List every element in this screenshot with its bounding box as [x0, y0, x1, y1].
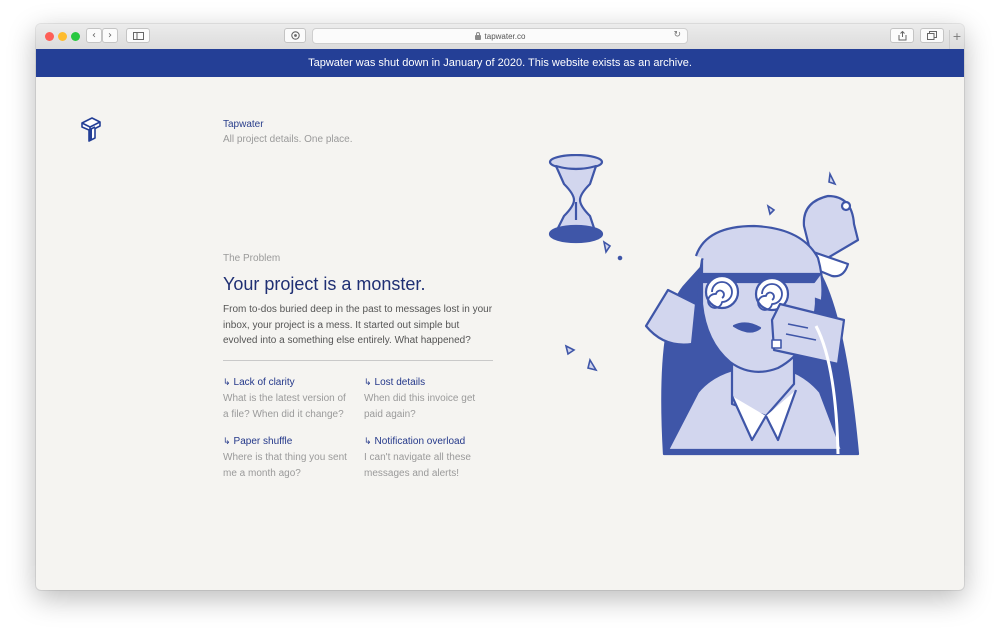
- problem-title: ↳ Notification overload: [364, 436, 466, 447]
- monster-project-illustration: [548, 154, 860, 456]
- privacy-report-button[interactable]: [284, 28, 306, 43]
- minimize-window-button[interactable]: [58, 32, 67, 41]
- sidebar-toggle-button[interactable]: [126, 28, 150, 43]
- tapwater-logo-icon[interactable]: [80, 117, 102, 142]
- problem-item-notification-overload: ↳ Notification overload I can't navigate …: [364, 435, 494, 481]
- arrow-return-icon: ↳: [223, 437, 231, 447]
- zoom-window-button[interactable]: [71, 32, 80, 41]
- brand-name[interactable]: Tapwater: [223, 119, 264, 130]
- close-window-button[interactable]: [45, 32, 54, 41]
- tabs-overview-button[interactable]: [920, 28, 944, 43]
- problem-title: ↳ Lost details: [364, 377, 426, 388]
- hourglass-icon: [548, 154, 604, 244]
- tabs-icon: [927, 31, 937, 40]
- chevron-left-icon: ‹: [92, 30, 96, 41]
- problem-description: I can't navigate all these messages and …: [364, 452, 471, 479]
- problem-item-lost-details: ↳ Lost details When did this invoice get …: [364, 376, 489, 422]
- section-headline: Your project is a monster.: [223, 274, 426, 294]
- problem-description: What is the latest version of a file? Wh…: [223, 393, 346, 420]
- problem-item-lack-of-clarity: ↳ Lack of clarity What is the latest vers…: [223, 376, 353, 422]
- problem-item-paper-shuffle: ↳ Paper shuffle Where is that thing you s…: [223, 435, 353, 481]
- arrow-return-icon: ↳: [364, 378, 372, 388]
- section-body: From to-dos buried deep in the past to m…: [223, 304, 493, 346]
- address-bar-url: tapwater.co: [484, 31, 526, 41]
- section-divider: [223, 360, 493, 361]
- browser-toolbar: ‹ › tapwater.co ↻ +: [36, 24, 964, 50]
- problem-description: When did this invoice get paid again?: [364, 393, 476, 420]
- arrow-return-icon: ↳: [223, 378, 231, 388]
- chevron-right-icon: ›: [108, 30, 112, 41]
- lock-icon: [474, 31, 481, 40]
- share-icon: [898, 30, 906, 40]
- problem-description: Where is that thing you sent me a month …: [223, 452, 347, 479]
- address-bar[interactable]: tapwater.co ↻: [312, 28, 688, 44]
- problem-title: ↳ Paper shuffle: [223, 436, 293, 447]
- forward-button[interactable]: ›: [102, 28, 118, 43]
- new-tab-button[interactable]: +: [949, 30, 964, 49]
- plus-icon: +: [952, 30, 962, 43]
- sidebar-icon: [132, 31, 144, 40]
- archive-banner-text: Tapwater was shut down in January of 202…: [308, 57, 692, 69]
- back-button[interactable]: ‹: [86, 28, 102, 43]
- shield-icon: [290, 31, 300, 40]
- brand-tagline: All project details. One place.: [223, 134, 353, 145]
- section-eyebrow: The Problem: [223, 253, 281, 264]
- problem-title: ↳ Lack of clarity: [223, 377, 295, 388]
- share-button[interactable]: [890, 28, 914, 43]
- arrow-return-icon: ↳: [364, 437, 372, 447]
- archive-banner: Tapwater was shut down in January of 202…: [36, 49, 964, 77]
- browser-window: ‹ › tapwater.co ↻ + Tapwater was shut do…: [36, 24, 964, 590]
- reload-icon[interactable]: ↻: [673, 30, 681, 40]
